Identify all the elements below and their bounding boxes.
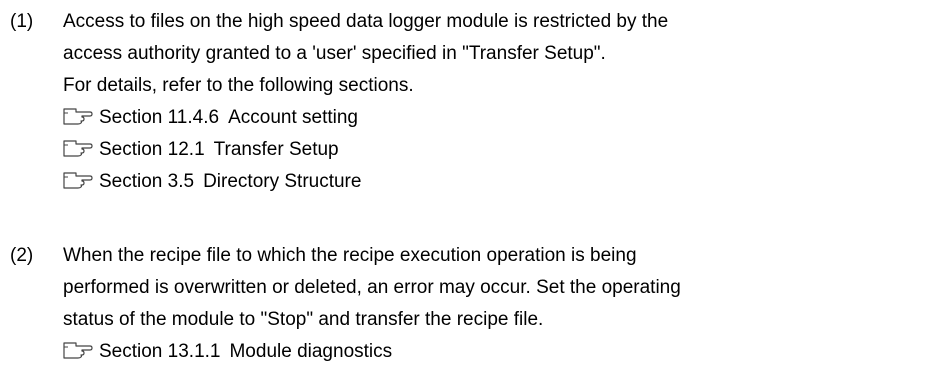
item-text-line: Access to files on the high speed data l… <box>63 11 669 32</box>
section-reference: Section 12.1 Transfer Setup <box>63 134 930 166</box>
item-text-line: When the recipe file to which the recipe… <box>63 245 637 266</box>
item-marker: (1) <box>10 11 34 32</box>
reference-section-number: Section 11.4.6 <box>99 107 220 128</box>
reference-section-number: Section 12.1 <box>99 139 205 160</box>
item-marker: (2) <box>10 245 34 266</box>
reference-title: Module diagnostics <box>229 341 393 362</box>
item-text-line: performed is overwritten or deleted, an … <box>63 277 681 298</box>
reference-section-number: Section 13.1.1 <box>99 341 221 362</box>
pointing-hand-icon <box>63 341 93 359</box>
reference-title: Account setting <box>228 107 358 128</box>
reference-title: Directory Structure <box>203 171 362 192</box>
section-reference: Section 11.4.6 Account setting <box>63 102 930 134</box>
pointing-hand-icon <box>63 171 93 189</box>
reference-title: Transfer Setup <box>213 139 339 160</box>
reference-section-number: Section 3.5 <box>99 171 195 192</box>
item-text-line: access authority granted to a 'user' spe… <box>63 43 606 64</box>
list-item-2: (2) When the recipe file to which the re… <box>10 240 930 368</box>
section-reference: Section 3.5 Directory Structure <box>63 166 930 198</box>
document-page: (1) Access to files on the high speed da… <box>0 0 938 374</box>
item-text-line: For details, refer to the following sect… <box>63 75 414 96</box>
section-reference: Section 13.1.1 Module diagnostics <box>63 336 930 368</box>
item-text-line: status of the module to "Stop" and trans… <box>63 309 544 330</box>
pointing-hand-icon <box>63 139 93 157</box>
pointing-hand-icon <box>63 107 93 125</box>
list-item-1: (1) Access to files on the high speed da… <box>10 6 930 198</box>
